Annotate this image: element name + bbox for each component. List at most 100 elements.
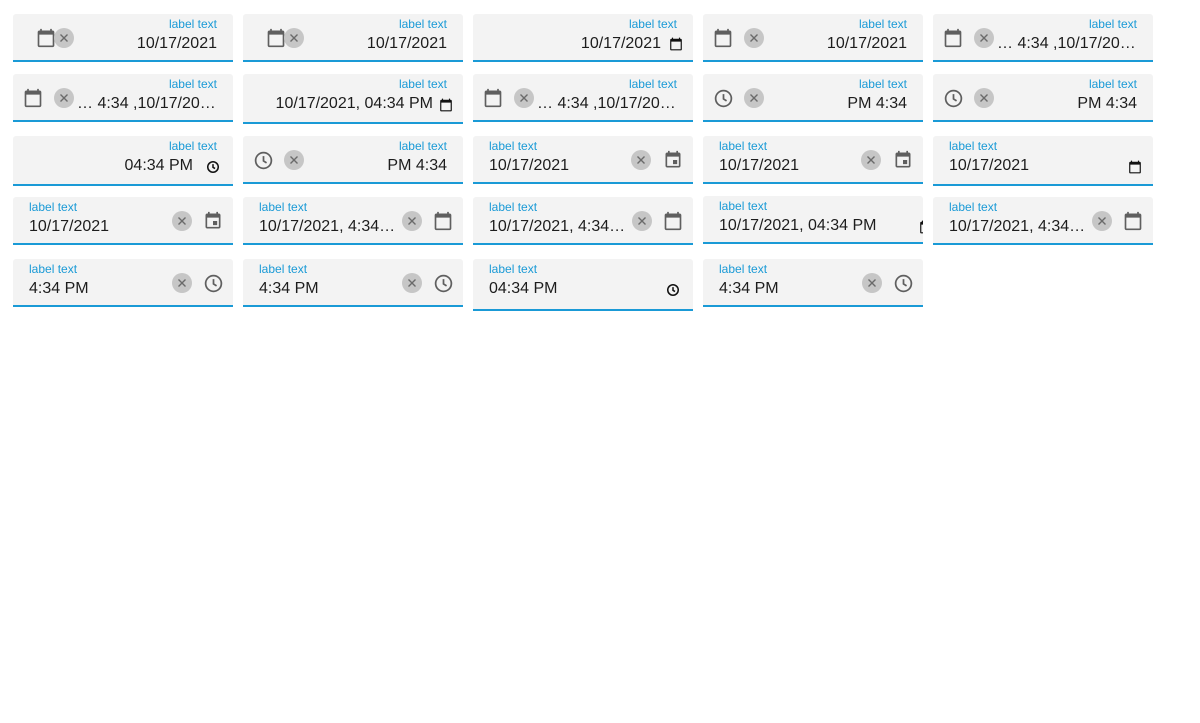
field-value[interactable]: … 4:34 ,10/17/2021	[997, 34, 1137, 54]
datetime-field[interactable]: label text … 4:34 ,10/17/2021	[933, 14, 1153, 62]
field-value[interactable]: 4:34 PM	[29, 279, 89, 299]
field-value[interactable]: 10/17/2021	[303, 34, 447, 54]
calendar-icon[interactable]	[669, 37, 683, 51]
date-field[interactable]: label text 10/17/2021	[703, 136, 923, 184]
datetime-field[interactable]: label text 10/17/2021, 4:34 PM	[933, 197, 1153, 245]
native-time-field[interactable]: label text 04:34 PM	[473, 259, 693, 311]
clock-icon[interactable]	[892, 272, 914, 294]
field-value[interactable]: 10/17/2021	[719, 156, 853, 176]
field-value[interactable]: 04:34 PM	[489, 279, 557, 299]
field-value[interactable]: 10/17/2021, 4:34 PM	[489, 217, 628, 237]
clear-icon[interactable]	[54, 88, 74, 108]
calendar-icon[interactable]	[432, 210, 454, 232]
field-label: label text	[858, 77, 907, 91]
clock-icon[interactable]	[252, 149, 274, 171]
time-field[interactable]: label text 4:34 PM	[13, 259, 233, 307]
clock-icon[interactable]	[942, 87, 964, 109]
clock-icon[interactable]	[666, 283, 680, 297]
clear-icon[interactable]	[172, 273, 192, 293]
clear-icon[interactable]	[974, 28, 994, 48]
clear-icon[interactable]	[172, 211, 192, 231]
date-field[interactable]: label text 10/17/2021	[13, 197, 233, 245]
native-date-field[interactable]: label text 10/17/2021	[473, 14, 693, 62]
clear-icon[interactable]	[632, 211, 652, 231]
clear-icon[interactable]	[402, 211, 422, 231]
clock-icon[interactable]	[202, 272, 224, 294]
calendar-icon[interactable]	[1128, 160, 1142, 174]
clear-icon[interactable]	[861, 150, 881, 170]
field-value[interactable]: PM 4:34	[763, 94, 907, 114]
event-icon[interactable]	[892, 149, 914, 171]
clear-icon[interactable]	[284, 150, 304, 170]
calendar-icon[interactable]	[22, 87, 44, 109]
field-value[interactable]: PM 4:34	[993, 94, 1137, 114]
field-value[interactable]: 10/17/2021	[489, 156, 623, 176]
field-label: label text	[719, 199, 768, 213]
native-time-field[interactable]: label text 04:34 PM	[13, 136, 233, 186]
calendar-icon[interactable]	[919, 220, 923, 234]
field-value[interactable]: 10/17/2021, 04:34 PM	[276, 94, 433, 114]
field-value[interactable]: 10/17/2021, 04:34 PM	[719, 216, 876, 236]
field-value[interactable]: 04:34 PM	[125, 156, 193, 176]
field-value[interactable]: 4:34 PM	[719, 279, 779, 299]
field-label: label text	[398, 17, 447, 31]
field-label: label text	[489, 139, 538, 153]
clock-icon[interactable]	[206, 160, 220, 174]
field-label: label text	[628, 17, 677, 31]
calendar-icon[interactable]	[482, 87, 504, 109]
date-field[interactable]: label text 10/17/2021	[703, 14, 923, 62]
time-field[interactable]: label text 4:34 PM	[243, 259, 463, 307]
calendar-icon[interactable]	[662, 210, 684, 232]
native-datetime-field[interactable]: label text 10/17/2021, 04:34 PM	[243, 74, 463, 124]
time-field[interactable]: label text PM 4:34	[933, 74, 1153, 122]
field-value[interactable]: 10/17/2021	[29, 217, 163, 237]
field-label: label text	[489, 262, 538, 276]
calendar-icon[interactable]	[1122, 210, 1144, 232]
field-value[interactable]: 10/17/2021	[581, 34, 661, 54]
field-label: label text	[168, 139, 217, 153]
field-label: label text	[1088, 17, 1137, 31]
time-field[interactable]: label text 4:34 PM	[703, 259, 923, 307]
field-value[interactable]: 10/17/2021	[763, 34, 907, 54]
field-label: label text	[168, 77, 217, 91]
field-value[interactable]: PM 4:34	[303, 156, 447, 176]
field-label: label text	[29, 200, 78, 214]
native-date-field[interactable]: label text 10/17/2021	[933, 136, 1153, 186]
date-field[interactable]: label text 10/17/2021	[473, 136, 693, 184]
field-value[interactable]: 10/17/2021, 4:34 PM	[949, 217, 1088, 237]
clear-icon[interactable]	[862, 273, 882, 293]
clear-icon[interactable]	[54, 28, 74, 48]
clock-icon[interactable]	[712, 87, 734, 109]
field-value[interactable]: … 4:34 ,10/17/2021	[537, 94, 677, 114]
date-field[interactable]: label text 10/17/2021	[243, 14, 463, 62]
field-label: label text	[719, 262, 768, 276]
datetime-field[interactable]: label text 10/17/2021, 4:34 PM	[473, 197, 693, 245]
field-value[interactable]: 4:34 PM	[259, 279, 319, 299]
calendar-icon[interactable]	[942, 27, 964, 49]
clear-icon[interactable]	[631, 150, 651, 170]
clear-icon[interactable]	[514, 88, 534, 108]
event-icon[interactable]	[662, 149, 684, 171]
field-label: label text	[949, 200, 998, 214]
calendar-icon[interactable]	[712, 27, 734, 49]
native-datetime-field[interactable]: label text 10/17/2021, 04:34 PM	[703, 196, 923, 244]
clear-icon[interactable]	[974, 88, 994, 108]
field-value[interactable]: … 4:34 ,10/17/2021	[77, 94, 217, 114]
time-field[interactable]: label text PM 4:34	[243, 136, 463, 184]
clear-icon[interactable]	[1092, 211, 1112, 231]
field-value[interactable]: 10/17/2021	[949, 156, 1113, 176]
field-value[interactable]: 10/17/2021, 4:34 PM	[259, 217, 398, 237]
clock-icon[interactable]	[432, 272, 454, 294]
clear-icon[interactable]	[284, 28, 304, 48]
datetime-field[interactable]: label text … 4:34 ,10/17/2021	[473, 74, 693, 122]
datetime-field[interactable]: label text 10/17/2021, 4:34 PM	[243, 197, 463, 245]
date-field[interactable]: label text 10/17/2021	[13, 14, 233, 62]
clear-icon[interactable]	[402, 273, 422, 293]
field-value[interactable]: 10/17/2021	[73, 34, 217, 54]
clear-icon[interactable]	[744, 88, 764, 108]
event-icon[interactable]	[202, 210, 224, 232]
datetime-field[interactable]: label text … 4:34 ,10/17/2021	[13, 74, 233, 122]
calendar-icon[interactable]	[439, 98, 453, 112]
time-field[interactable]: label text PM 4:34	[703, 74, 923, 122]
clear-icon[interactable]	[744, 28, 764, 48]
